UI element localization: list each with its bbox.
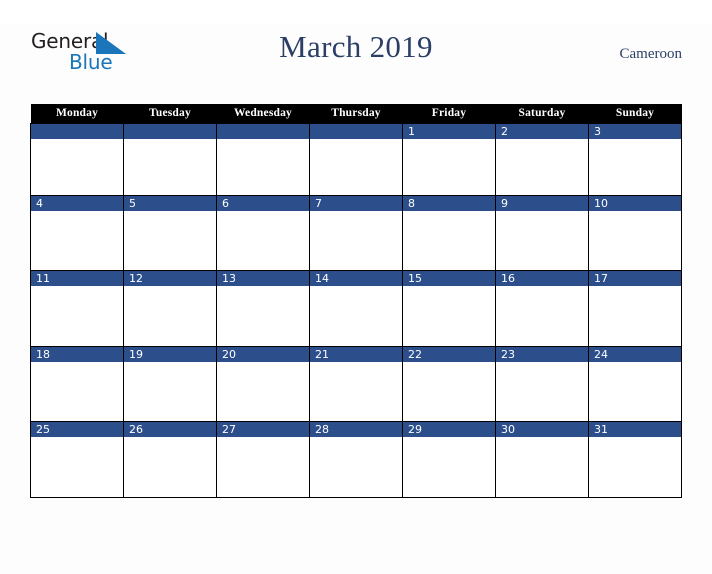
day-note-cell[interactable] bbox=[402, 361, 496, 422]
day-number-cell[interactable]: 23 bbox=[495, 345, 589, 362]
day-number-cell[interactable]: 8 bbox=[402, 194, 496, 211]
day-note-cell[interactable] bbox=[309, 437, 403, 498]
day-note-cell[interactable] bbox=[30, 361, 124, 422]
weekday-header-sunday: Sunday bbox=[588, 104, 682, 124]
day-number-cell[interactable]: 21 bbox=[309, 345, 403, 362]
day-number-cell[interactable]: 18 bbox=[30, 345, 124, 362]
day-number-cell[interactable]: 29 bbox=[402, 421, 496, 437]
day-note-cell[interactable] bbox=[216, 437, 310, 498]
week-5-number-row: 25 26 27 28 29 30 31 bbox=[30, 421, 682, 437]
calendar-grid: Monday Tuesday Wednesday Thursday Friday… bbox=[30, 104, 682, 498]
day-note-cell[interactable] bbox=[123, 286, 217, 347]
weekday-header-row: Monday Tuesday Wednesday Thursday Friday… bbox=[30, 104, 682, 124]
page-title: March 2019 bbox=[279, 29, 433, 64]
country-label: Cameroon bbox=[619, 46, 682, 62]
day-note-cell[interactable] bbox=[30, 437, 124, 498]
week-3-note-row bbox=[30, 286, 682, 347]
day-number-cell[interactable]: 17 bbox=[588, 270, 682, 286]
day-note-cell[interactable] bbox=[588, 361, 682, 422]
week-1-number-row: 1 2 3 bbox=[30, 123, 682, 139]
day-number-cell[interactable]: 28 bbox=[309, 421, 403, 437]
day-number-cell[interactable]: 20 bbox=[216, 345, 310, 362]
day-number-cell[interactable]: 11 bbox=[30, 270, 124, 286]
day-number-cell[interactable]: 26 bbox=[123, 421, 217, 437]
day-note-cell[interactable] bbox=[123, 361, 217, 422]
week-5-note-row bbox=[30, 437, 682, 498]
day-number-cell[interactable]: 30 bbox=[495, 421, 589, 437]
week-2-note-row bbox=[30, 210, 682, 271]
day-note-cell[interactable] bbox=[495, 437, 589, 498]
day-number-cell[interactable]: 4 bbox=[30, 194, 124, 211]
week-4-number-row: 18 19 20 21 22 23 24 bbox=[30, 345, 682, 362]
day-note-cell[interactable] bbox=[309, 210, 403, 271]
day-note-cell[interactable] bbox=[495, 286, 589, 347]
day-note-cell[interactable] bbox=[216, 210, 310, 271]
day-note-cell[interactable] bbox=[309, 361, 403, 422]
day-note-cell[interactable] bbox=[216, 139, 310, 196]
day-number-cell[interactable]: 13 bbox=[216, 270, 310, 286]
day-number-cell[interactable]: 16 bbox=[495, 270, 589, 286]
day-number-cell[interactable]: 31 bbox=[588, 421, 682, 437]
day-note-cell[interactable] bbox=[123, 437, 217, 498]
weekday-header-wednesday: Wednesday bbox=[216, 104, 310, 124]
day-note-cell[interactable] bbox=[402, 139, 496, 196]
day-number-cell[interactable]: 24 bbox=[588, 345, 682, 362]
day-number-cell[interactable]: 2 bbox=[495, 123, 589, 139]
day-number-cell[interactable]: 6 bbox=[216, 194, 310, 211]
day-number-cell[interactable]: 27 bbox=[216, 421, 310, 437]
day-number-cell[interactable]: 10 bbox=[588, 194, 682, 211]
day-note-cell[interactable] bbox=[402, 286, 496, 347]
week-3-number-row: 11 12 13 14 15 16 17 bbox=[30, 270, 682, 286]
weekday-header-friday: Friday bbox=[402, 104, 496, 124]
day-number-cell[interactable]: 3 bbox=[588, 123, 682, 139]
day-number-cell[interactable]: 5 bbox=[123, 194, 217, 211]
day-note-cell[interactable] bbox=[30, 286, 124, 347]
calendar-body: 1 2 3 4 5 6 7 8 9 10 11 12 13 14 15 16 1… bbox=[30, 123, 682, 498]
day-note-cell[interactable] bbox=[402, 437, 496, 498]
day-note-cell[interactable] bbox=[123, 139, 217, 196]
weekday-header-monday: Monday bbox=[30, 104, 124, 124]
day-number-cell[interactable]: 22 bbox=[402, 345, 496, 362]
day-note-cell[interactable] bbox=[216, 361, 310, 422]
day-number-cell[interactable]: 9 bbox=[495, 194, 589, 211]
week-4-note-row bbox=[30, 361, 682, 422]
day-number-cell[interactable]: 1 bbox=[402, 123, 496, 139]
weekday-header-tuesday: Tuesday bbox=[123, 104, 217, 124]
week-1-note-row bbox=[30, 139, 682, 196]
day-note-cell[interactable] bbox=[309, 286, 403, 347]
day-number-cell[interactable]: 14 bbox=[309, 270, 403, 286]
day-note-cell[interactable] bbox=[30, 139, 124, 196]
day-note-cell[interactable] bbox=[495, 139, 589, 196]
day-note-cell[interactable] bbox=[495, 210, 589, 271]
day-note-cell[interactable] bbox=[30, 210, 124, 271]
day-note-cell[interactable] bbox=[588, 139, 682, 196]
weekday-header-thursday: Thursday bbox=[309, 104, 403, 124]
day-number-cell[interactable]: 12 bbox=[123, 270, 217, 286]
day-number-cell[interactable] bbox=[309, 123, 403, 139]
day-note-cell[interactable] bbox=[123, 210, 217, 271]
day-note-cell[interactable] bbox=[309, 139, 403, 196]
day-note-cell[interactable] bbox=[495, 361, 589, 422]
weekday-header-saturday: Saturday bbox=[495, 104, 589, 124]
day-number-cell[interactable] bbox=[30, 123, 124, 139]
calendar-head: Monday Tuesday Wednesday Thursday Friday… bbox=[30, 104, 682, 124]
day-number-cell[interactable]: 15 bbox=[402, 270, 496, 286]
day-note-cell[interactable] bbox=[402, 210, 496, 271]
day-note-cell[interactable] bbox=[588, 437, 682, 498]
page-header: General Blue March 2019 Cameroon bbox=[30, 24, 682, 80]
day-number-cell[interactable] bbox=[216, 123, 310, 139]
day-number-cell[interactable]: 19 bbox=[123, 345, 217, 362]
day-note-cell[interactable] bbox=[588, 210, 682, 271]
day-number-cell[interactable]: 25 bbox=[30, 421, 124, 437]
day-note-cell[interactable] bbox=[588, 286, 682, 347]
day-note-cell[interactable] bbox=[216, 286, 310, 347]
day-number-cell[interactable]: 7 bbox=[309, 194, 403, 211]
day-number-cell[interactable] bbox=[123, 123, 217, 139]
calendar-page: { "brand": { "name_top": "General", "nam… bbox=[0, 24, 712, 574]
week-2-number-row: 4 5 6 7 8 9 10 bbox=[30, 194, 682, 211]
